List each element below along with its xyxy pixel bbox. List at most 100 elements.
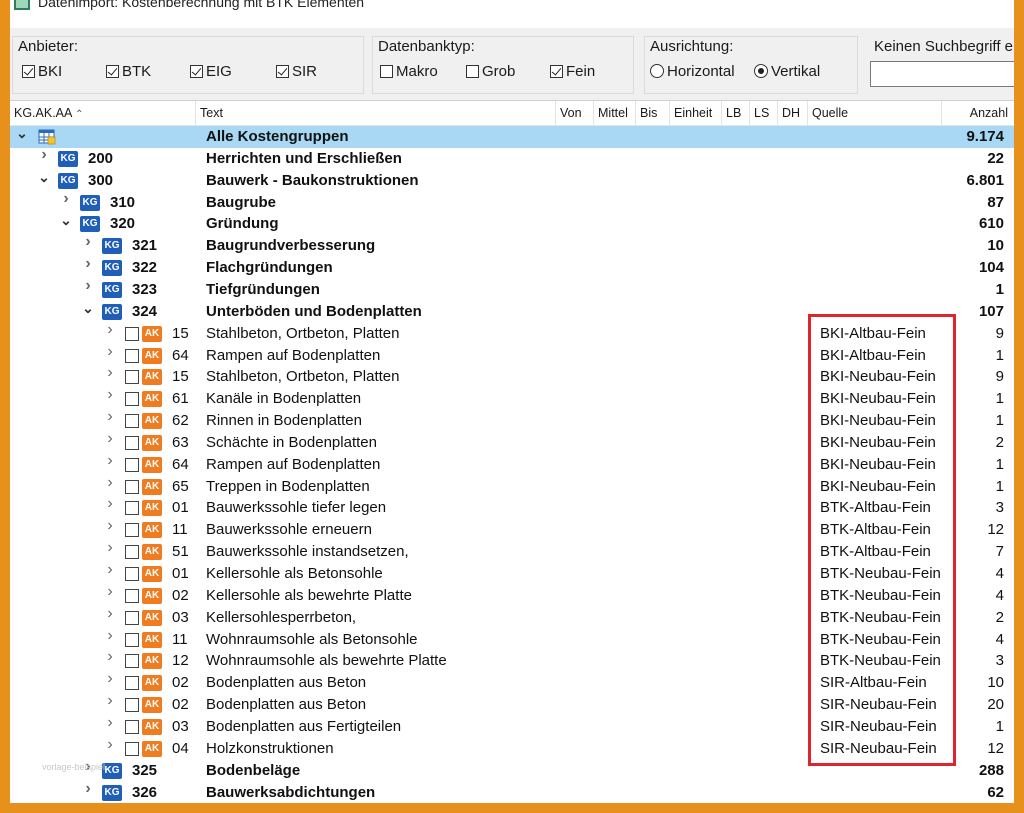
- col-bis[interactable]: Bis: [636, 101, 670, 125]
- row-checkbox[interactable]: [125, 698, 139, 713]
- chevron-right-icon[interactable]: ›: [104, 605, 116, 621]
- tree-row-ak[interactable]: › AK 01 Bauwerkssohle tiefer legen BTK-Altba…: [10, 496, 1014, 519]
- col-ls[interactable]: LS: [750, 101, 778, 125]
- tree-row-ak[interactable]: › AK 65 Treppen in Bodenplatten BKI-Neubau-F…: [10, 474, 1014, 498]
- datenbanktyp-grob-checkbox[interactable]: Grob: [466, 61, 515, 81]
- col-quelle[interactable]: Quelle: [808, 101, 942, 125]
- row-checkbox[interactable]: [125, 348, 139, 363]
- chevron-right-icon[interactable]: ›: [104, 321, 116, 337]
- tree-row-kg[interactable]: › KG 323 Tiefgründungen 1: [10, 277, 1014, 301]
- row-checkbox[interactable]: [125, 414, 139, 429]
- tree-row-ak[interactable]: › AK 03 Bodenplatten aus Fertigteilen SIR-Ne…: [10, 714, 1014, 738]
- row-checkbox[interactable]: [125, 523, 139, 538]
- row-checkbox[interactable]: [125, 545, 139, 560]
- row-checkbox[interactable]: [125, 567, 139, 581]
- chevron-down-icon[interactable]: ⌄: [60, 213, 72, 227]
- tree-row-kg[interactable]: › KG 200 Herrichten und Erschließen 22: [10, 146, 1014, 170]
- chevron-right-icon[interactable]: ›: [104, 430, 116, 446]
- anbieter-eig-checkbox[interactable]: EIG: [190, 61, 232, 81]
- tree-row-root[interactable]: ⌄ Alle Kostengruppen 9.174: [10, 126, 1014, 148]
- chevron-right-icon[interactable]: ›: [82, 277, 94, 293]
- tree-row-ak[interactable]: › AK 51 Bauwerkssohle instandsetzen, BTK-Alt…: [10, 540, 1014, 563]
- chevron-right-icon[interactable]: ›: [104, 474, 116, 490]
- search-input[interactable]: [870, 61, 1014, 87]
- tree-row-kg[interactable]: › KG 321 Baugrundverbesserung 10: [10, 234, 1014, 257]
- row-checkbox[interactable]: [125, 435, 139, 450]
- col-dh[interactable]: DH: [778, 101, 808, 125]
- tree-row-ak[interactable]: › AK 61 Kanäle in Bodenplatten BKI-Neubau-Fe…: [10, 387, 1014, 410]
- tree-row-ak[interactable]: › AK 15 Stahlbeton, Ortbeton, Platten BKI-Al…: [10, 321, 1014, 345]
- row-checkbox[interactable]: [125, 370, 139, 385]
- col-text[interactable]: Text: [196, 101, 556, 125]
- tree-row-ak[interactable]: › AK 04 Holzkonstruktionen SIR-Neubau-Fein 12: [10, 736, 1014, 760]
- chevron-right-icon[interactable]: ›: [104, 409, 116, 425]
- tree-row-ak[interactable]: › AK 11 Bauwerkssohle erneuern BTK-Altbau-Fe…: [10, 518, 1014, 541]
- tree-row-kg[interactable]: ⌄ KG 300 Bauwerk - Baukonstruktionen 6.801: [10, 170, 1014, 192]
- chevron-right-icon[interactable]: ›: [104, 736, 116, 752]
- tree-row-ak[interactable]: › AK 64 Rampen auf Bodenplatten BKI-Neubau-F…: [10, 452, 1014, 476]
- tree-row-ak[interactable]: › AK 63 Schächte in Bodenplatten BKI-Neubau-…: [10, 430, 1014, 454]
- tree-row-ak[interactable]: › AK 11 Wohnraumsohle als Betonsohle BTK-Neu…: [10, 627, 1014, 651]
- chevron-right-icon[interactable]: ›: [82, 234, 94, 250]
- datenbanktyp-makro-checkbox[interactable]: Makro: [380, 61, 438, 81]
- col-mittel[interactable]: Mittel: [594, 101, 636, 125]
- chevron-right-icon[interactable]: ›: [104, 583, 116, 599]
- tree-row-kg[interactable]: › KG 310 Baugrube 87: [10, 190, 1014, 214]
- tree-row-kg[interactable]: ⌄ KG 324 Unterböden und Bodenplatten 107: [10, 301, 1014, 323]
- row-checkbox[interactable]: [125, 654, 139, 669]
- datenbanktyp-fein-checkbox[interactable]: Fein: [550, 61, 595, 81]
- tree-row-ak[interactable]: › AK 02 Bodenplatten aus Beton SIR-Altbau-Fe…: [10, 671, 1014, 694]
- chevron-right-icon[interactable]: ›: [104, 496, 116, 512]
- ausrichtung-vertikal-radio[interactable]: Vertikal: [754, 61, 820, 81]
- ausrichtung-horizontal-radio[interactable]: Horizontal: [650, 61, 735, 81]
- tree-row-ak[interactable]: › AK 12 Wohnraumsohle als bewehrte Platte BT…: [10, 649, 1014, 672]
- chevron-right-icon[interactable]: ›: [82, 256, 94, 272]
- chevron-right-icon[interactable]: ›: [38, 146, 50, 162]
- chevron-right-icon[interactable]: ›: [104, 365, 116, 381]
- chevron-right-icon[interactable]: ›: [104, 562, 116, 578]
- chevron-right-icon[interactable]: ›: [60, 190, 72, 206]
- col-von[interactable]: Von: [556, 101, 594, 125]
- chevron-right-icon[interactable]: ›: [104, 540, 116, 556]
- chevron-right-icon[interactable]: ›: [104, 649, 116, 665]
- tree-row-ak[interactable]: › AK 02 Bodenplatten aus Beton SIR-Neubau-Fe…: [10, 693, 1014, 716]
- tree-row-kg[interactable]: › KG 322 Flachgründungen 104: [10, 256, 1014, 279]
- row-checkbox[interactable]: [125, 632, 139, 647]
- tree-row-ak[interactable]: › AK 62 Rinnen in Bodenplatten BKI-Neubau-Fe…: [10, 409, 1014, 432]
- anbieter-btk-checkbox[interactable]: BTK: [106, 61, 151, 81]
- chevron-right-icon[interactable]: ›: [104, 452, 116, 468]
- col-einheit[interactable]: Einheit: [670, 101, 722, 125]
- chevron-down-icon[interactable]: ⌄: [38, 170, 50, 184]
- chevron-right-icon[interactable]: ›: [104, 714, 116, 730]
- row-checkbox[interactable]: [125, 501, 139, 516]
- anbieter-sir-checkbox[interactable]: SIR: [276, 61, 317, 81]
- row-checkbox[interactable]: [125, 676, 139, 691]
- tree-row-ak[interactable]: › AK 15 Stahlbeton, Ortbeton, Platten BKI-Ne…: [10, 365, 1014, 388]
- tree-row-ak[interactable]: › AK 03 Kellersohlesperrbeton, BTK-Neubau-Fe…: [10, 605, 1014, 629]
- row-checkbox[interactable]: [125, 741, 139, 756]
- tree-row-kg[interactable]: › KG 326 Bauwerksabdichtungen 62: [10, 780, 1014, 804]
- tree-row-kg[interactable]: ⌄ KG 320 Gründung 610: [10, 213, 1014, 235]
- row-checkbox[interactable]: [125, 610, 139, 625]
- row-checkbox[interactable]: [125, 479, 139, 494]
- col-code[interactable]: KG.AK.AA ⌃: [10, 101, 196, 125]
- chevron-right-icon[interactable]: ›: [104, 627, 116, 643]
- chevron-right-icon[interactable]: ›: [104, 693, 116, 709]
- row-checkbox[interactable]: [125, 392, 139, 407]
- row-checkbox[interactable]: [125, 588, 139, 603]
- col-anzahl[interactable]: Anzahl: [942, 101, 1014, 125]
- tree-row-ak[interactable]: › AK 64 Rampen auf Bodenplatten BKI-Altbau-F…: [10, 343, 1014, 367]
- col-lb[interactable]: LB: [722, 101, 750, 125]
- chevron-right-icon[interactable]: ›: [82, 780, 94, 796]
- row-checkbox[interactable]: [125, 457, 139, 472]
- chevron-right-icon[interactable]: ›: [104, 387, 116, 403]
- chevron-down-icon[interactable]: ⌄: [82, 301, 94, 315]
- tree-row-ak[interactable]: › AK 01 Kellersohle als Betonsohle BTK-Neuba…: [10, 562, 1014, 585]
- anbieter-bki-checkbox[interactable]: BKI: [22, 61, 62, 81]
- tree-row-kg[interactable]: › KG 325 Bodenbeläge 288: [10, 758, 1014, 782]
- tree-row-ak[interactable]: › AK 02 Kellersohle als bewehrte Platte BTK-…: [10, 583, 1014, 607]
- chevron-right-icon[interactable]: ›: [104, 671, 116, 687]
- row-checkbox[interactable]: [125, 719, 139, 734]
- row-checkbox[interactable]: [125, 326, 139, 341]
- chevron-down-icon[interactable]: ⌄: [16, 126, 28, 140]
